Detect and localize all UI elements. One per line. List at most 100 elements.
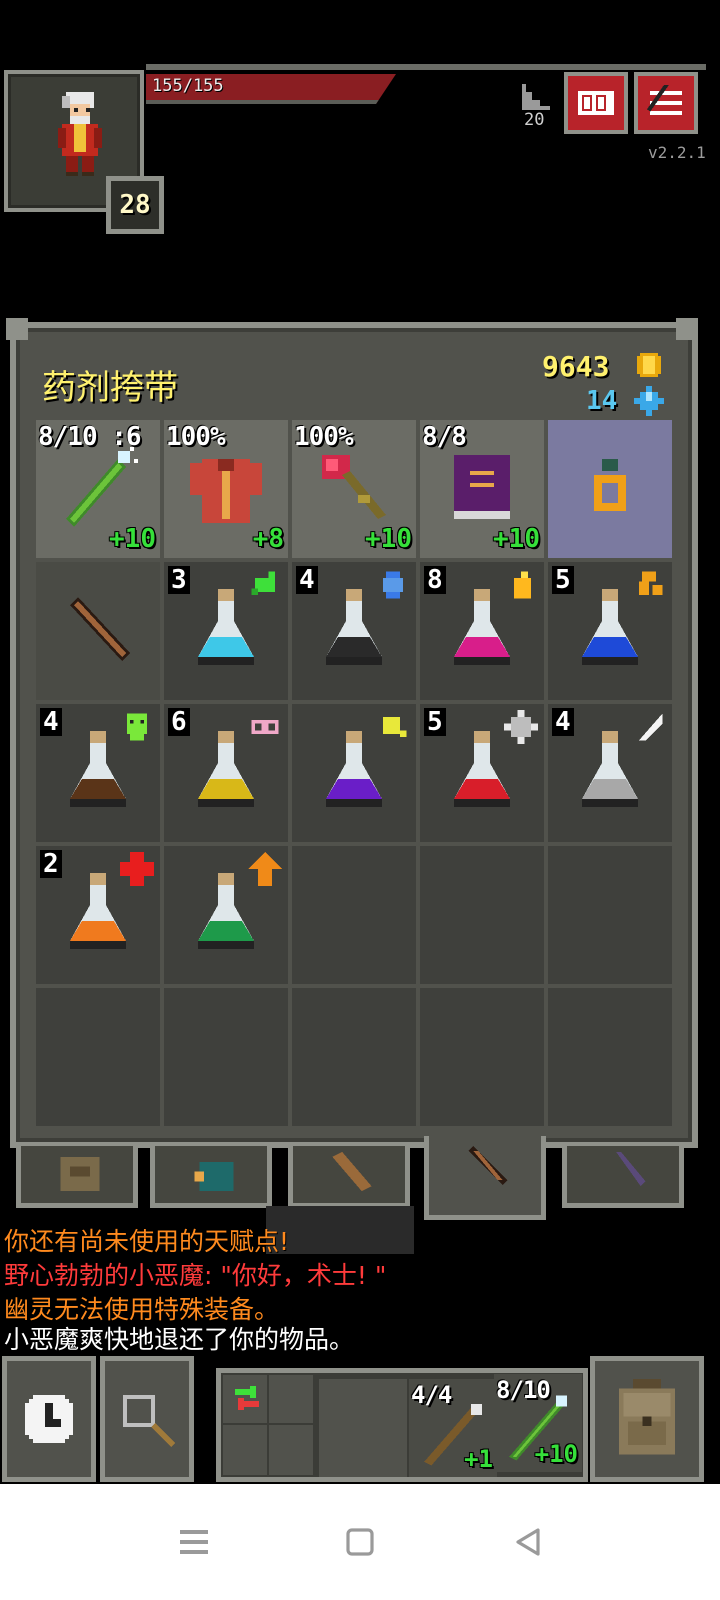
feather-rune-icon [638, 713, 663, 741]
inventory-grid: 8/10 :6 +10 100% +8 100% +10 8/8 +10 3 4… [36, 420, 672, 1126]
flame-rune-icon [514, 571, 532, 599]
gem-count: 14 [586, 386, 618, 416]
haste-rune-icon [638, 571, 663, 596]
item-quantity: 4 [552, 708, 574, 736]
wait-button[interactable] [2, 1356, 96, 1482]
item-upgrade: +10 [493, 524, 540, 554]
slot-potion[interactable]: 8 [420, 562, 544, 700]
slot-misc[interactable]: 8/8 +10 [420, 420, 544, 558]
slot-ring[interactable] [548, 420, 672, 558]
hero-sprite-icon [58, 92, 102, 176]
slot-potion[interactable]: 5 [548, 562, 672, 700]
item-upgrade: +10 [365, 524, 412, 554]
slot-empty[interactable] [292, 846, 416, 984]
bag-title: 药剂挎带 [42, 368, 178, 408]
seed-pouch-icon [194, 1161, 234, 1192]
item-upgrade: +8 [252, 524, 284, 554]
ring-icon [594, 459, 626, 511]
tab-seed-pouch[interactable] [150, 1146, 272, 1208]
slot-potion[interactable]: 4 [292, 562, 416, 700]
slot-artifact[interactable]: 100% +10 [292, 420, 416, 558]
item-status: 8/10 [496, 1376, 551, 1404]
potion-bandolier-icon [468, 1146, 508, 1186]
item-quantity: 8 [424, 566, 446, 594]
gold-count: 9643 [542, 350, 610, 383]
quickslot-empty[interactable] [319, 1379, 407, 1477]
menu-button[interactable] [634, 72, 698, 134]
item-quantity: 3 [168, 566, 190, 594]
swap-arrows-icon [235, 1386, 259, 1410]
slot-empty[interactable] [36, 988, 160, 1126]
quickslot-1[interactable]: 4/4 +1 [409, 1379, 497, 1477]
search-button[interactable] [100, 1356, 194, 1482]
clock-icon [25, 1395, 73, 1443]
log-line: 你还有尚未使用的天赋点! [4, 1227, 290, 1256]
item-status: 8/10 :6 [38, 422, 142, 452]
spell-book-icon [454, 455, 510, 519]
journal-button[interactable] [564, 72, 628, 134]
gold-coin-icon [637, 353, 661, 377]
item-status: 4/4 [411, 1381, 452, 1409]
thrown-weapon-icon [70, 597, 130, 661]
hp-text: 155/155 [152, 76, 224, 96]
magnifier-icon [123, 1395, 175, 1447]
slot-potion[interactable]: 4 [36, 704, 160, 842]
slot-weapon[interactable]: 8/10 :6 +10 [36, 420, 160, 558]
slot-empty[interactable] [420, 846, 544, 984]
web-rune-icon [504, 710, 538, 744]
tab-backpack[interactable] [16, 1146, 138, 1208]
slot-potion[interactable]: 2 [36, 846, 160, 984]
home-square-icon[interactable] [340, 1522, 380, 1562]
recents-menu-icon[interactable] [174, 1522, 214, 1562]
item-upgrade: +10 [534, 1440, 578, 1468]
magic-wand-icon [66, 447, 138, 527]
quickslot-2[interactable]: 8/10 +10 [494, 1374, 582, 1472]
slot-potion[interactable]: 6 [164, 704, 288, 842]
slot-potion[interactable]: 3 [164, 562, 288, 700]
energy-crystal-icon [634, 386, 664, 416]
stairs-icon [522, 84, 550, 110]
slot-empty[interactable] [548, 988, 672, 1126]
slot-potion[interactable] [292, 704, 416, 842]
item-status: 100% [166, 422, 226, 452]
level-badge: 28 [106, 176, 164, 234]
journal-icon [578, 91, 614, 115]
toxic-gas-rune-icon [251, 571, 276, 596]
slot-empty[interactable] [420, 988, 544, 1126]
tab-potion-bandolier[interactable] [424, 1136, 546, 1220]
healing-cross-icon [120, 852, 154, 886]
slot-potion[interactable] [164, 846, 288, 984]
slot-armor[interactable]: 100% +8 [164, 420, 288, 558]
item-quantity: 5 [552, 566, 574, 594]
depth-text: 20 [524, 110, 545, 130]
item-quantity: 2 [40, 850, 62, 878]
scroll-holder-icon [332, 1152, 372, 1192]
window-corner-right [676, 318, 698, 340]
quickslot-swap[interactable] [223, 1375, 313, 1475]
backpack-icon [618, 1379, 676, 1455]
item-quantity: 5 [424, 708, 446, 736]
strength-arrow-icon [248, 852, 282, 886]
eye-rune-icon [251, 720, 279, 734]
item-quantity: 4 [296, 566, 318, 594]
item-upgrade: +1 [464, 1445, 493, 1473]
back-triangle-icon[interactable] [508, 1522, 548, 1562]
item-status: 100% [294, 422, 354, 452]
slot-potion[interactable]: 4 [548, 704, 672, 842]
slot-empty[interactable] [548, 846, 672, 984]
slot-empty[interactable] [292, 988, 416, 1126]
item-upgrade: +10 [109, 524, 156, 554]
spark-rune-icon [382, 716, 407, 738]
slot-empty[interactable] [164, 988, 288, 1126]
tab-wand-holster[interactable] [562, 1146, 684, 1208]
slot-dart[interactable] [36, 562, 160, 700]
inventory-button[interactable] [590, 1356, 704, 1482]
slot-potion[interactable]: 5 [420, 704, 544, 842]
menu-icon [646, 85, 682, 115]
cloth-armor-icon [190, 459, 262, 523]
tab-scroll-holder[interactable] [288, 1146, 410, 1208]
log-line: 小恶魔爽快地退还了你的物品。 [4, 1325, 355, 1354]
rose-staff-icon [322, 455, 386, 519]
log-line: 野心勃勃的小恶魔: "你好，术士! " [4, 1261, 387, 1290]
wand-holster-icon [616, 1152, 646, 1187]
